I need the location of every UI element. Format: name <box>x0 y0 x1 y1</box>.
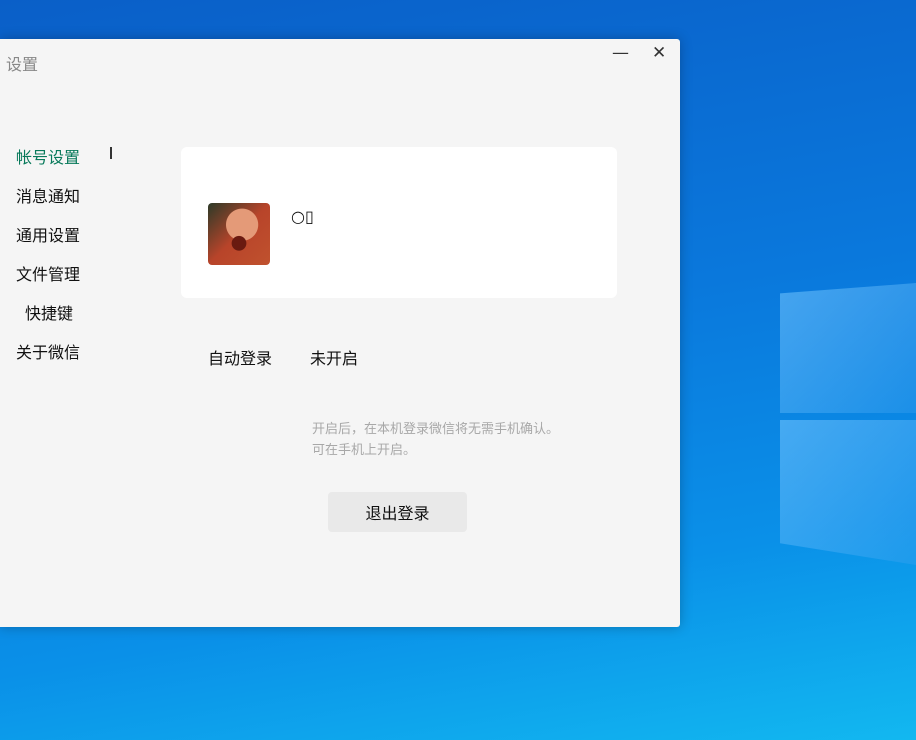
username: ○▯ <box>291 207 314 226</box>
sidebar-item-shortcuts[interactable]: 快捷键 <box>25 300 73 324</box>
auto-login-status: 未开启 <box>310 349 359 368</box>
close-icon[interactable]: ✕ <box>652 43 666 63</box>
logout-button[interactable]: 退出登录 <box>328 492 467 532</box>
hint-line-1: 开启后，在本机登录微信将无需手机确认。 <box>312 422 560 437</box>
sidebar-item-about[interactable]: 关于微信 <box>16 339 80 363</box>
sidebar-item-account[interactable]: 帐号设置 <box>16 144 80 168</box>
sidebar-item-files[interactable]: 文件管理 <box>16 261 80 285</box>
auto-login-hint: 开启后，在本机登录微信将无需手机确认。 可在手机上开启。 <box>312 419 559 461</box>
avatar[interactable] <box>208 203 270 265</box>
minimize-icon[interactable]: — <box>612 43 629 63</box>
windows-logo-pane <box>780 283 916 413</box>
settings-window: 设置 — ✕ 帐号设置 消息通知 通用设置 文件管理 快捷键 关于微信 ○▯ 自… <box>0 39 680 627</box>
account-card: ○▯ <box>181 147 617 298</box>
sidebar-item-general[interactable]: 通用设置 <box>16 222 80 246</box>
sidebar-item-notifications[interactable]: 消息通知 <box>16 183 80 207</box>
windows-logo-pane <box>780 420 916 565</box>
hint-line-2: 可在手机上开启。 <box>312 443 417 458</box>
active-indicator <box>110 147 112 159</box>
auto-login-label: 自动登录 <box>208 349 273 368</box>
window-title: 设置 <box>6 55 39 74</box>
